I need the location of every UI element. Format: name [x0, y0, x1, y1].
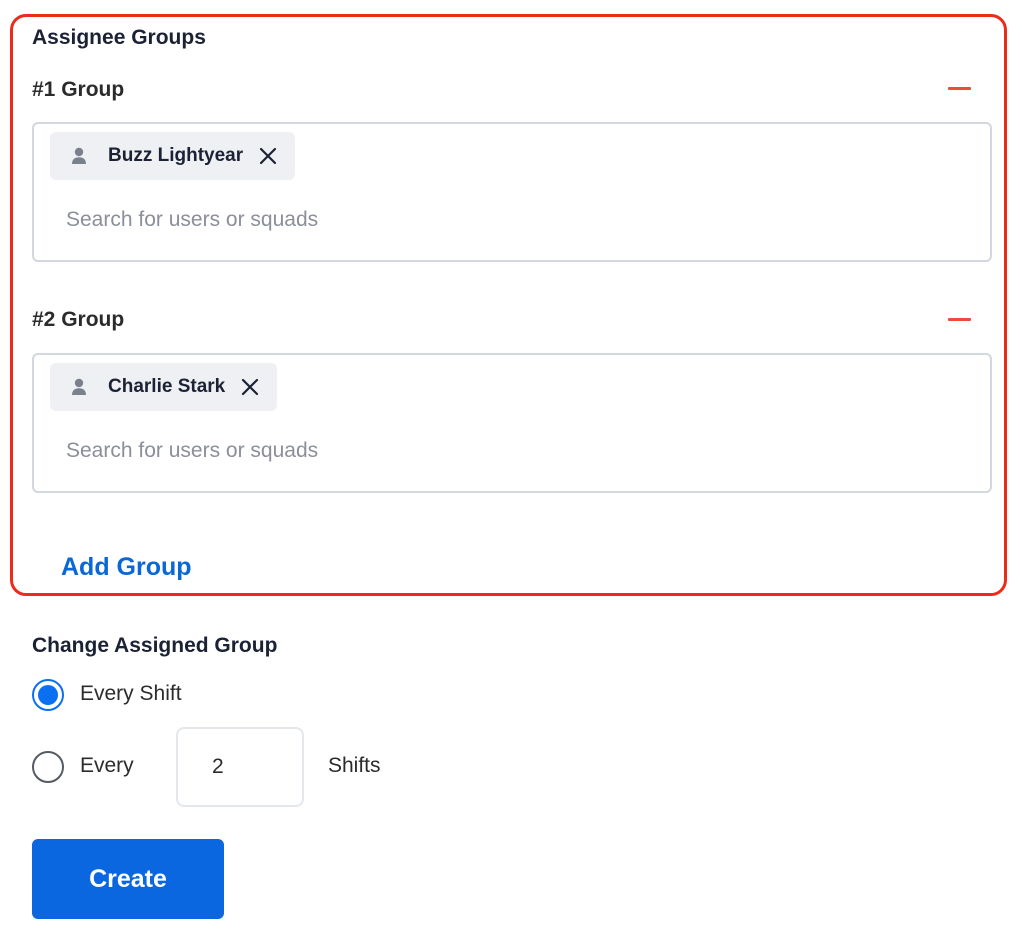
page: Assignee Groups #1 Group Buzz Lightyear …: [0, 0, 1022, 952]
add-group-link[interactable]: Add Group: [61, 551, 192, 583]
shift-count-input[interactable]: [176, 727, 304, 807]
minus-icon: [947, 86, 971, 90]
minus-icon: [947, 317, 971, 321]
every-n-shifts-radio[interactable]: [32, 751, 64, 783]
close-icon[interactable]: [239, 376, 261, 398]
create-button[interactable]: Create: [32, 839, 224, 919]
every-shift-radio[interactable]: [32, 679, 64, 711]
group-1-title: #1 Group: [32, 78, 125, 101]
member-name: Buzz Lightyear: [108, 145, 244, 166]
group-1-member-field[interactable]: Buzz Lightyear: [32, 122, 992, 262]
group-2-title: #2 Group: [32, 308, 125, 331]
remove-group-1-button[interactable]: [944, 78, 974, 98]
close-icon[interactable]: [257, 145, 279, 167]
assignee-groups-title: Assignee Groups: [32, 26, 206, 49]
every-shift-label: Every Shift: [80, 682, 182, 705]
member-name: Charlie Stark: [108, 376, 226, 397]
change-assigned-group-title: Change Assigned Group: [32, 634, 278, 657]
radio-dot: [38, 685, 58, 705]
remove-group-2-button[interactable]: [944, 309, 974, 329]
member-chip: Buzz Lightyear: [50, 132, 296, 180]
member-chip: Charlie Stark: [50, 363, 278, 411]
user-icon: [70, 147, 88, 165]
user-icon: [70, 378, 88, 396]
every-label: Every: [80, 754, 134, 777]
group-1-search-input[interactable]: [66, 204, 946, 236]
shifts-label: Shifts: [328, 754, 381, 777]
group-2-member-field[interactable]: Charlie Stark: [32, 353, 992, 493]
assignee-groups-highlight: [10, 14, 1007, 596]
group-2-search-input[interactable]: [66, 435, 946, 467]
